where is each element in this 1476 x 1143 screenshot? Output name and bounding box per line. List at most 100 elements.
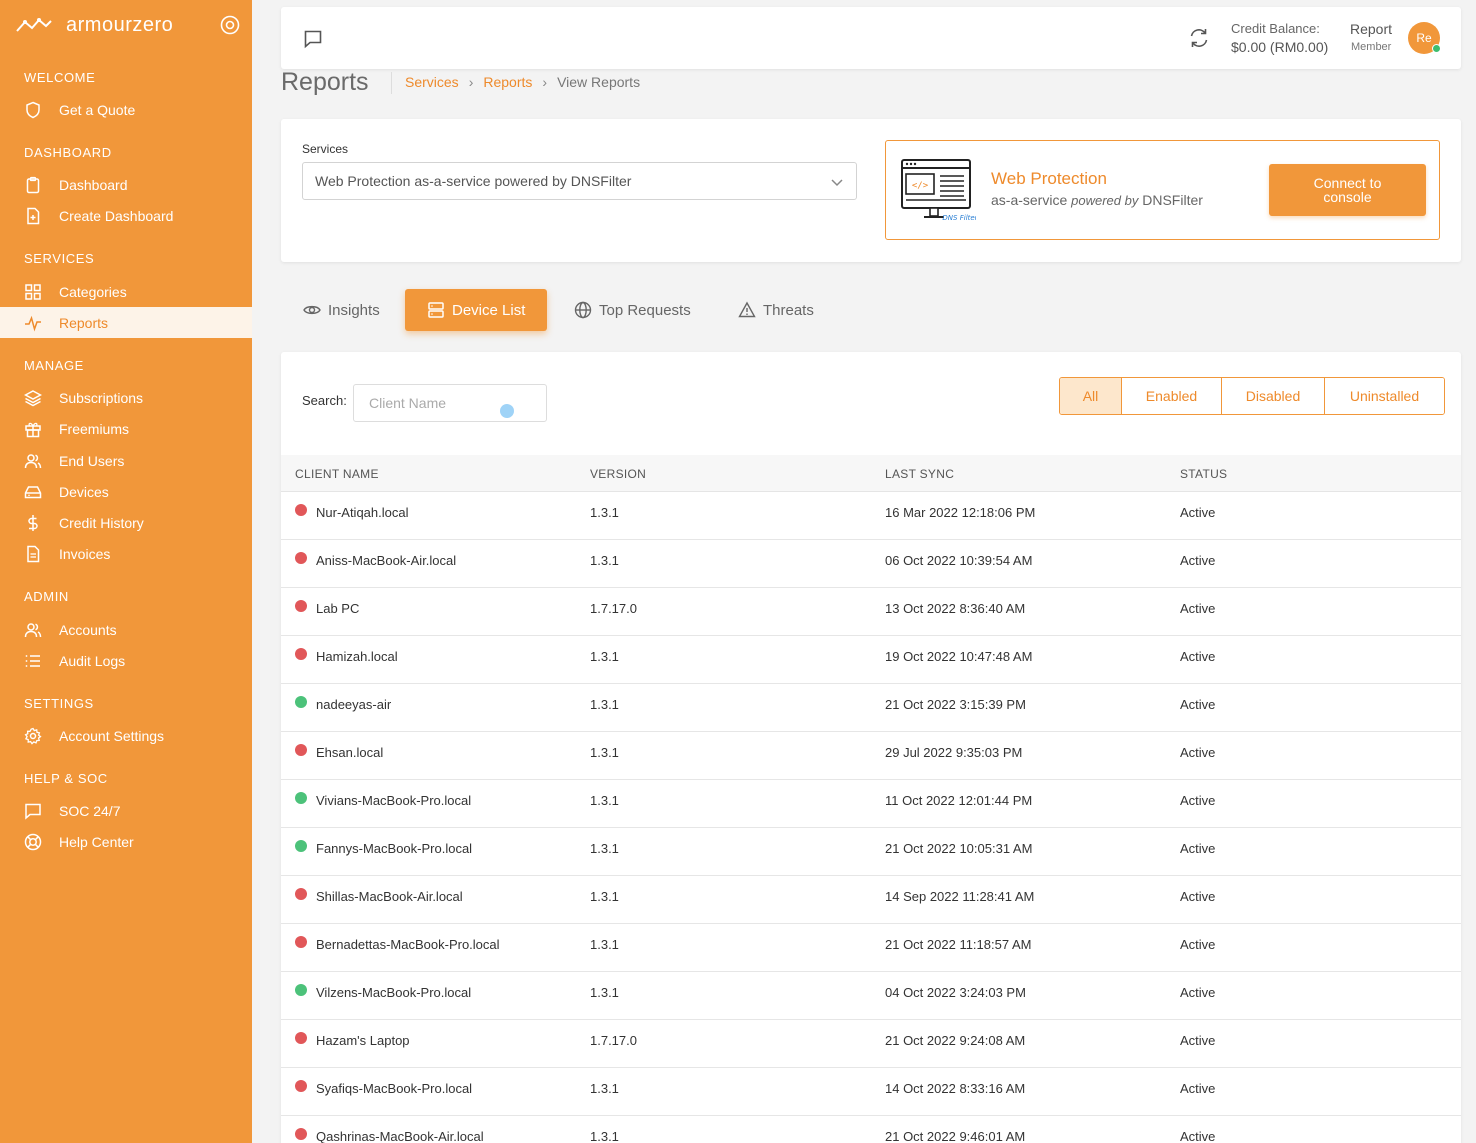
sidebar-item-create-dashboard[interactable]: Create Dashboard	[0, 200, 252, 231]
status-dot	[295, 888, 307, 900]
sidebar-item-help-center[interactable]: Help Center	[0, 826, 252, 857]
sidebar-item-label: Invoices	[59, 545, 111, 562]
server-icon	[428, 302, 444, 318]
last-sync-cell: 29 Jul 2022 9:35:03 PM	[885, 745, 1023, 760]
hard-drive-icon	[24, 485, 42, 498]
last-sync-cell: 21 Oct 2022 9:24:08 AM	[885, 1033, 1026, 1048]
services-select[interactable]: Web Protection as-a-service powered by D…	[302, 162, 857, 200]
last-sync-cell: 13 Oct 2022 8:36:40 AM	[885, 601, 1026, 616]
search-input[interactable]	[353, 384, 547, 422]
sidebar-item-categories[interactable]: Categories	[0, 276, 252, 307]
sidebar-item-label: Create Dashboard	[59, 207, 174, 224]
brand[interactable]: armourzero	[16, 10, 240, 40]
chevron-right-icon: ›	[542, 74, 548, 90]
table-row[interactable]: Vilzens-MacBook-Pro.local 1.3.1 04 Oct 202…	[281, 972, 1461, 1020]
clipboard-icon	[26, 176, 40, 193]
sidebar-item-freemiums[interactable]: Freemiums	[0, 413, 252, 444]
status-dot	[295, 552, 307, 564]
table-row[interactable]: Bernadettas-MacBook-Pro.local 1.3.1 21 Oct…	[281, 924, 1461, 972]
tab-device-list[interactable]: Device List	[405, 289, 548, 331]
sidebar-item-audit-logs[interactable]: Audit Logs	[0, 645, 252, 676]
sidebar-item-credit-history[interactable]: Credit History	[0, 507, 252, 538]
connect-to-console-button[interactable]: Connect to console	[1269, 164, 1426, 216]
search-label: Search:	[302, 393, 347, 408]
table-row[interactable]: Hamizah.local 1.3.1 19 Oct 2022 10:47:48 A…	[281, 636, 1461, 684]
credit-balance-value: $0.00 (RM0.00)	[1231, 39, 1329, 55]
shield-icon	[26, 101, 40, 118]
last-sync-cell: 21 Oct 2022 3:15:39 PM	[885, 697, 1026, 712]
avatar[interactable]: Re	[1408, 22, 1441, 54]
table-header: CLIENT NAME VERSION LAST SYNC STATUS	[281, 455, 1461, 492]
status-cell: Active	[1180, 1081, 1216, 1096]
tab-label: Device List	[452, 301, 526, 319]
sidebar-item-soc[interactable]: SOC 24/7	[0, 795, 252, 826]
table-row[interactable]: Shillas-MacBook-Air.local 1.3.1 14 Sep 202…	[281, 876, 1461, 924]
promo-subtitle: as-a-service powered by DNSFilter	[991, 192, 1203, 208]
status-dot	[295, 744, 307, 756]
tab-threats[interactable]: Threats	[716, 289, 836, 331]
status-dot	[295, 984, 307, 996]
grid-icon	[25, 283, 41, 300]
table-row[interactable]: Lab PC 1.7.17.0 13 Oct 2022 8:36:40 AM Acti…	[281, 588, 1461, 636]
version-cell: 1.3.1	[590, 985, 619, 1000]
client-name-cell: Hazam's Laptop	[316, 1033, 410, 1048]
sidebar-item-devices[interactable]: Devices	[0, 476, 252, 507]
table-row[interactable]: Qashrinas-MacBook-Air.local 1.3.1 21 Oct 2…	[281, 1116, 1461, 1143]
table-row[interactable]: Fannys-MacBook-Pro.local 1.3.1 21 Oct 2022…	[281, 828, 1461, 876]
breadcrumb-reports[interactable]: Reports	[483, 74, 532, 90]
users-icon	[24, 453, 42, 468]
column-header-last-sync[interactable]: LAST SYNC	[885, 467, 954, 481]
sidebar-item-end-users[interactable]: End Users	[0, 445, 252, 476]
last-sync-cell: 14 Sep 2022 11:28:41 AM	[885, 889, 1035, 904]
promo-sub-pre: as-a-service	[991, 192, 1068, 208]
tab-top-requests[interactable]: Top Requests	[552, 289, 713, 331]
sidebar-item-accounts[interactable]: Accounts	[0, 614, 252, 645]
sidebar-item-get-quote[interactable]: Get a Quote	[0, 94, 252, 125]
last-sync-cell: 06 Oct 2022 10:39:54 AM	[885, 553, 1033, 568]
user-name[interactable]: Report	[1350, 21, 1392, 37]
users-icon	[24, 622, 42, 637]
table-row[interactable]: Vivians-MacBook-Pro.local 1.3.1 11 Oct 202…	[281, 780, 1461, 828]
client-name-cell: Bernadettas-MacBook-Pro.local	[316, 937, 500, 952]
title-divider	[391, 72, 392, 94]
table-row[interactable]: Hazam's Laptop 1.7.17.0 21 Oct 2022 9:24:0…	[281, 1020, 1461, 1068]
sidebar-toggle-icon[interactable]	[220, 15, 240, 35]
sidebar-item-label: Devices	[59, 483, 109, 500]
status-cell: Active	[1180, 793, 1216, 808]
table-row[interactable]: Aniss-MacBook-Air.local 1.3.1 06 Oct 2022 …	[281, 540, 1461, 588]
refresh-icon[interactable]	[1188, 27, 1210, 49]
sidebar-item-label: SOC 24/7	[59, 802, 121, 819]
breadcrumb-current: View Reports	[557, 74, 641, 90]
status-dot	[295, 840, 307, 852]
sidebar-item-reports[interactable]: Reports	[0, 307, 252, 338]
table-row[interactable]: Ehsan.local 1.3.1 29 Jul 2022 9:35:03 PM Ac…	[281, 732, 1461, 780]
status-cell: Active	[1180, 697, 1216, 712]
table-row[interactable]: Syafiqs-MacBook-Pro.local 1.3.1 14 Oct 202…	[281, 1068, 1461, 1116]
filter-disabled-button[interactable]: Disabled	[1221, 378, 1324, 414]
filter-enabled-button[interactable]: Enabled	[1121, 378, 1221, 414]
sidebar-item-account-settings[interactable]: Account Settings	[0, 720, 252, 751]
file-text-icon	[27, 545, 40, 562]
filter-all-button[interactable]: All	[1060, 378, 1121, 414]
credit-balance-label: Credit Balance:	[1231, 21, 1320, 36]
table-row[interactable]: nadeeyas-air 1.3.1 21 Oct 2022 3:15:39 PM A…	[281, 684, 1461, 732]
client-name-cell: Vilzens-MacBook-Pro.local	[316, 985, 472, 1000]
table-row[interactable]: Nur-Atiqah.local 1.3.1 16 Mar 2022 12:18:0…	[281, 492, 1461, 540]
sidebar-item-label: Accounts	[59, 621, 117, 638]
sidebar-item-label: Subscriptions	[59, 389, 144, 406]
column-header-client-name[interactable]: CLIENT NAME	[295, 467, 379, 481]
sidebar-item-label: Freemiums	[59, 420, 130, 437]
breadcrumb: Services › Reports › View Reports	[405, 74, 640, 90]
tab-insights[interactable]: Insights	[281, 289, 402, 331]
message-square-icon[interactable]	[303, 29, 323, 49]
status-dot	[295, 936, 307, 948]
sidebar-item-dashboard[interactable]: Dashboard	[0, 169, 252, 200]
breadcrumb-services[interactable]: Services	[405, 74, 459, 90]
filter-uninstalled-button[interactable]: Uninstalled	[1324, 378, 1444, 414]
column-header-status[interactable]: STATUS	[1180, 467, 1227, 481]
services-card: Services Web Protection as-a-service pow…	[281, 119, 1461, 262]
sidebar-item-label: Dashboard	[59, 176, 128, 193]
sidebar-item-invoices[interactable]: Invoices	[0, 538, 252, 569]
column-header-version[interactable]: VERSION	[590, 467, 646, 481]
sidebar-item-subscriptions[interactable]: Subscriptions	[0, 382, 252, 413]
